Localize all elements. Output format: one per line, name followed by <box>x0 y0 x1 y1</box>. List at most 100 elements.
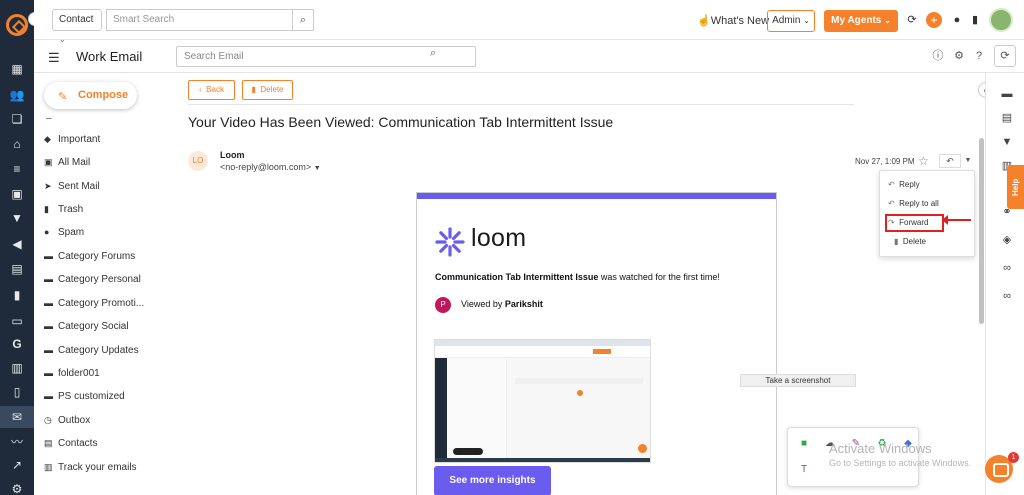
gear-icon[interactable]: ⚙ <box>952 49 966 63</box>
folder-item-trash[interactable]: ▮ Trash <box>44 199 174 219</box>
folder-item-folder001[interactable]: ▬ folder001 <box>44 363 174 383</box>
menu-icon[interactable]: ☰ <box>48 50 60 66</box>
info-icon[interactable]: ⓘ <box>931 49 945 63</box>
link-icon[interactable]: ∞ <box>1000 261 1014 275</box>
dashboard-icon[interactable]: ▦ <box>0 58 34 80</box>
folder-label: Important <box>58 134 101 145</box>
g-icon[interactable]: G <box>0 333 34 355</box>
star-icon[interactable]: ☆ <box>918 154 929 168</box>
folder-item-category-social[interactable]: ▬ Category Social <box>44 316 174 336</box>
book-icon[interactable]: ▤ <box>0 258 34 280</box>
reply-all-label: Reply to all <box>899 199 939 208</box>
document-icon[interactable]: ▤ <box>1000 111 1014 125</box>
chat-badge: 1 <box>1008 452 1019 463</box>
spam-icon: ● <box>44 227 50 237</box>
add-icon[interactable]: + <box>926 12 942 28</box>
search-icon[interactable]: ⌕ <box>430 47 436 60</box>
folder-item-all-mail[interactable]: ▣ All Mail <box>44 152 174 172</box>
thumb-toolbar <box>435 346 650 358</box>
whats-new-link[interactable]: ☝What's New <box>697 14 769 27</box>
id-card-icon[interactable]: ▣ <box>0 183 34 205</box>
folder-item-track-emails[interactable]: ▥ Track your emails <box>44 457 174 477</box>
refresh-button[interactable]: ⟳ <box>994 45 1016 67</box>
contacts-rail-icon[interactable]: 👥 <box>0 84 34 106</box>
folder-item-spam[interactable]: ● Spam <box>44 222 174 242</box>
link-icon[interactable]: ∞ <box>1000 289 1014 303</box>
reply-button[interactable]: ↶ <box>939 154 961 168</box>
chevron-down-icon: ⌄ <box>803 16 810 25</box>
folder-item-outbox[interactable]: ◷ Outbox <box>44 410 174 430</box>
mobile-device-icon[interactable]: ▮ <box>967 12 983 28</box>
reply-options-caret[interactable]: ▼ <box>962 154 974 168</box>
app-logo[interactable] <box>6 14 28 36</box>
thumb-taskbar <box>435 458 650 462</box>
calendar-icon[interactable]: ▥ <box>0 357 34 379</box>
inbox-icon: ▣ <box>44 157 53 167</box>
line-chart-icon[interactable]: ↗ <box>0 454 34 476</box>
menu-item-reply[interactable]: ↶ Reply <box>888 176 920 193</box>
bar-chart-icon[interactable]: ▮ <box>0 284 34 306</box>
signature-icon[interactable]: 〰 <box>0 431 34 453</box>
help-tab[interactable]: Help <box>1007 165 1024 209</box>
user-avatar[interactable] <box>989 8 1013 32</box>
watched-message: Communication Tab Intermittent Issue was… <box>435 272 720 282</box>
folder-icon[interactable]: ▬ <box>1000 87 1014 101</box>
folder-item-ps-customized[interactable]: ▬ PS customized <box>44 386 174 406</box>
folder-item-category-promotions[interactable]: ▬ Category Promoti... <box>44 293 174 313</box>
see-more-insights-button[interactable]: See more insights <box>434 466 551 495</box>
folder-icon: ▬ <box>44 368 53 378</box>
folder-item-contacts[interactable]: ▤ Contacts <box>44 433 174 453</box>
bell-icon[interactable]: ● <box>949 12 965 28</box>
back-button[interactable]: ‹ Back <box>188 80 235 100</box>
settings-gear-icon[interactable]: ⚙ <box>0 478 34 495</box>
scrollbar[interactable] <box>979 138 984 324</box>
my-agents-button[interactable]: My Agents ⌄ <box>824 10 898 32</box>
menu-item-delete[interactable]: ▮ Delete <box>894 233 926 250</box>
filter-icon[interactable]: ▼ <box>0 207 34 229</box>
my-agents-label: My Agents <box>831 15 882 26</box>
screenshot-tooltip: Take a screenshot <box>740 374 856 387</box>
mail-icon[interactable]: ✉ <box>0 406 34 428</box>
page-title: Work Email <box>76 49 143 64</box>
folder-item-category-personal[interactable]: ▬ Category Personal <box>44 269 174 289</box>
menu-item-reply-all[interactable]: ↶ Reply to all <box>888 195 939 212</box>
delete-button[interactable]: ▮ Delete <box>242 80 293 100</box>
sender-email[interactable]: <no-reply@loom.com> ▼ <box>220 162 321 172</box>
folder-item-category-forums[interactable]: ▬ Category Forums <box>44 246 174 266</box>
loom-wordmark: loom <box>471 224 527 252</box>
reply-icon: ↶ <box>946 156 954 166</box>
folder-label: Category Forums <box>58 251 136 262</box>
smart-search-input[interactable]: Smart Search <box>106 9 292 31</box>
shield-icon[interactable]: ■ <box>798 438 810 450</box>
menu-item-forward[interactable]: ↷ Forward <box>888 214 929 231</box>
list-icon[interactable]: ≡ <box>0 158 34 180</box>
folder-item-important[interactable]: ◆ Important <box>44 129 174 149</box>
delete-menu-label: Delete <box>902 237 926 246</box>
folder-label: Track your emails <box>58 462 137 473</box>
help-icon[interactable]: ? <box>972 49 986 63</box>
folder-item-sent-mail[interactable]: ➤ Sent Mail <box>44 176 174 196</box>
admin-select[interactable]: Admin ⌄ <box>767 10 815 32</box>
megaphone-icon[interactable]: ◀ <box>0 233 34 255</box>
whats-new-label: What's New <box>710 15 770 27</box>
admin-select-label: Admin <box>772 15 801 26</box>
divider <box>188 104 854 105</box>
folder-icon: ▬ <box>44 345 53 355</box>
top-bar: Contact ⌄ Smart Search ⌕ ☝What's New Adm… <box>34 0 1024 44</box>
filter-icon[interactable]: ▼ <box>1000 135 1014 149</box>
sync-icon[interactable]: ⟳ <box>904 12 920 28</box>
video-thumbnail[interactable] <box>434 339 651 463</box>
bank-icon[interactable]: ⌂ <box>0 133 34 155</box>
search-icon[interactable]: ⌕ <box>292 9 314 31</box>
folder-label: Trash <box>58 204 84 215</box>
stamp-icon[interactable]: ◈ <box>1000 233 1014 247</box>
open-folder-icon[interactable]: ▭ <box>0 310 34 332</box>
viewed-by-prefix: Viewed by <box>461 299 505 309</box>
teams-icon[interactable]: T <box>798 464 810 476</box>
folder-item-category-updates[interactable]: ▬ Category Updates <box>44 340 174 360</box>
trash-icon: ▮ <box>894 237 899 246</box>
contact-select[interactable]: Contact ⌄ <box>52 9 102 44</box>
mobile-icon[interactable]: ▯ <box>0 381 34 403</box>
folder-collapse[interactable]: – <box>46 113 52 124</box>
documents-icon[interactable]: ❏ <box>0 108 34 130</box>
